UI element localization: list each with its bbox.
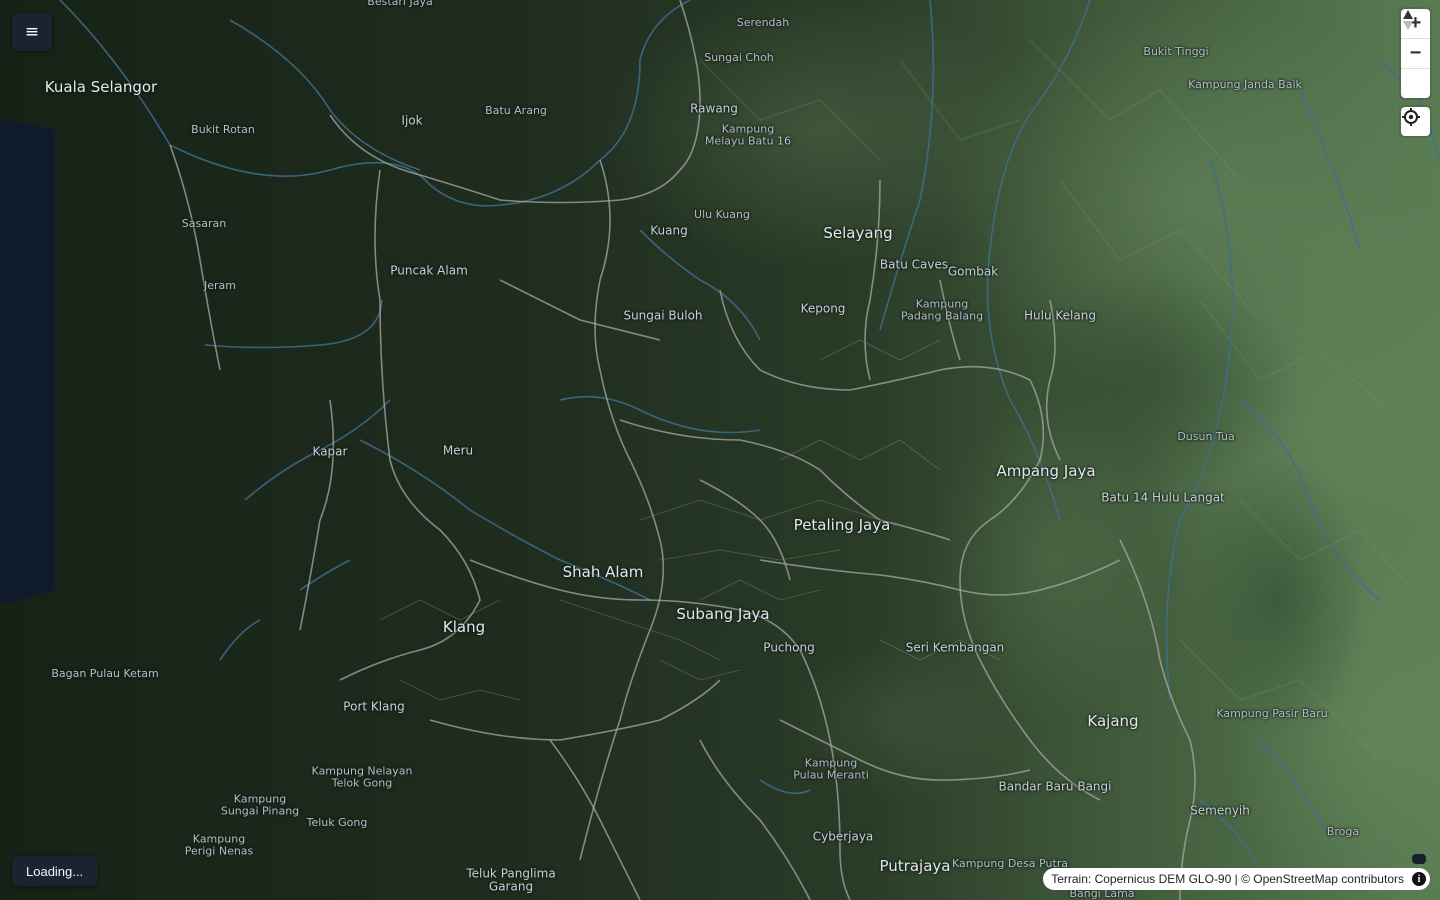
map-handle[interactable]	[1412, 854, 1426, 864]
place-label: Putrajaya	[879, 857, 951, 876]
place-label: Batu Arang	[485, 104, 547, 118]
place-label: Sungai Buloh	[623, 308, 703, 323]
place-label: Petaling Jaya	[793, 516, 891, 535]
zoom-out-button[interactable]: −	[1401, 39, 1430, 69]
place-label: Kampung Janda Baik	[1188, 78, 1302, 92]
place-label: Meru	[442, 443, 474, 458]
compass-button[interactable]	[1401, 10, 1430, 98]
place-label: Bestari Jaya	[367, 0, 433, 9]
place-label: Broga	[1326, 825, 1360, 839]
map-canvas[interactable]: Bestari Jaya Serendah Sungai Choh Bukit Tin…	[0, 0, 1440, 900]
place-label: Seri Kembangan	[905, 640, 1005, 655]
place-label: Kuang	[650, 223, 688, 238]
place-label: Puncak Alam	[390, 263, 468, 278]
place-label: Kuala Selangor	[44, 78, 158, 97]
place-label: Port Klang	[343, 699, 405, 714]
place-label: Bandar Baru Bangi	[998, 779, 1112, 794]
place-label: Serendah	[736, 16, 790, 30]
place-label: Ulu Kuang	[694, 208, 750, 222]
place-label: Dusun Tua	[1177, 430, 1235, 444]
zoom-controls: + −	[1401, 9, 1430, 98]
place-label: Sasaran	[181, 217, 227, 231]
place-label: Klang	[442, 618, 486, 637]
loading-text: Loading...	[26, 863, 84, 879]
place-label: Selayang	[823, 224, 893, 243]
menu-button[interactable]: ≡	[12, 13, 52, 51]
attribution: Terrain: Copernicus DEM GLO-90 | © OpenS…	[1043, 868, 1430, 890]
place-label: Ijok	[401, 113, 423, 128]
loading-indicator: Loading...	[12, 856, 98, 886]
place-label: Kajang	[1087, 712, 1139, 731]
place-label: Batu 14 Hulu Langat	[1101, 490, 1225, 505]
place-label: Subang Jaya	[676, 605, 770, 624]
attribution-text: Terrain: Copernicus DEM GLO-90 | © OpenS…	[1051, 872, 1404, 886]
geolocate-button[interactable]	[1401, 107, 1430, 136]
place-label: Bukit Tinggi	[1143, 45, 1209, 59]
place-label: Shah Alam	[562, 563, 644, 582]
place-label: Kampung Pulau Meranti	[793, 756, 869, 781]
place-label: Puchong	[763, 640, 815, 655]
place-label: Rawang	[690, 101, 738, 116]
info-icon[interactable]: i	[1412, 872, 1426, 886]
place-label: Hulu Kelang	[1024, 308, 1096, 323]
place-label: Sungai Choh	[704, 51, 774, 65]
place-label: Kampung Pasir Baru	[1216, 707, 1328, 721]
place-label: Bukit Rotan	[191, 123, 255, 137]
place-label: Kampung Sungai Pinang	[220, 792, 300, 817]
hamburger-icon: ≡	[24, 21, 40, 42]
place-label: Ampang Jaya	[996, 462, 1096, 481]
place-label: Jeram	[204, 279, 236, 293]
place-label: Teluk Gong	[306, 816, 368, 830]
place-label: Kapar	[312, 444, 348, 459]
place-label: Gombak	[947, 264, 999, 279]
place-label: Cyberjaya	[812, 829, 874, 844]
place-label: Kepong	[800, 301, 846, 316]
place-label: Teluk Panglima Garang	[466, 866, 556, 893]
place-label: Kampung Perigi Nenas	[184, 832, 254, 857]
place-label: Semenyih	[1190, 803, 1250, 818]
compass-icon	[1403, 10, 1413, 30]
geolocate-icon	[1402, 108, 1420, 126]
place-label: Kampung Melayu Batu 16	[704, 122, 792, 147]
place-label: Batu Caves	[879, 257, 949, 272]
place-label: Kampung Padang Balang	[900, 297, 984, 322]
minus-icon: −	[1409, 42, 1422, 64]
place-label: Kampung Nelayan Telok Gong	[311, 764, 413, 789]
place-label: Bagan Pulau Ketam	[51, 667, 159, 681]
